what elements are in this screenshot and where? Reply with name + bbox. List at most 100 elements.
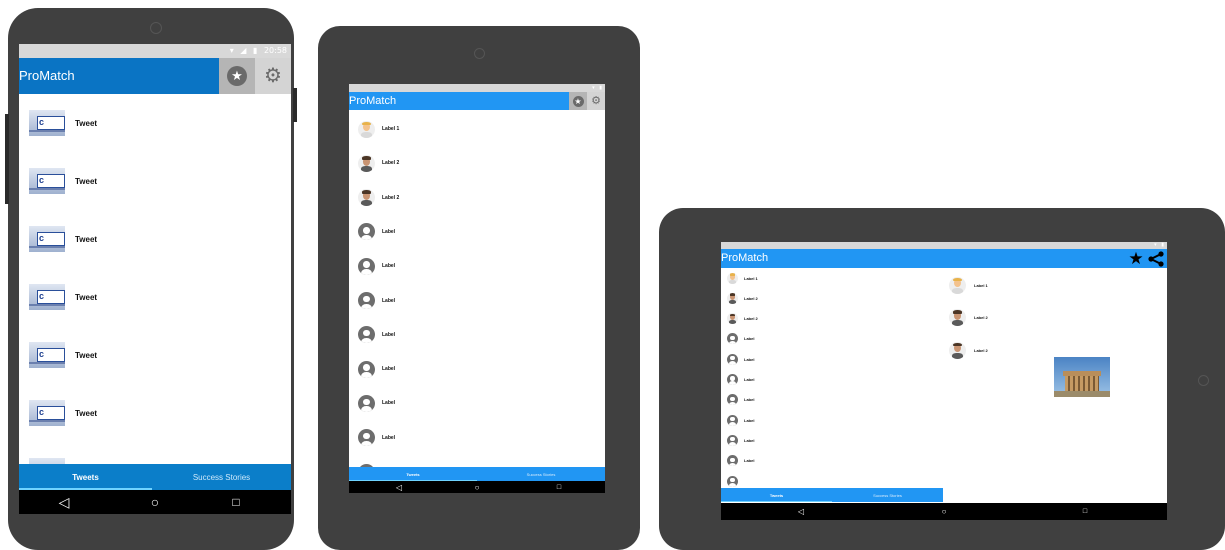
tweet-list: cTweetcTweetcTweetcTweetcTweetcTweetc: [19, 94, 291, 464]
tab-tweets[interactable]: Tweets: [721, 488, 832, 502]
list-item-label: Tweet: [75, 176, 98, 186]
app-title: ProMatch: [19, 68, 75, 83]
list-item[interactable]: Label: [721, 412, 943, 428]
tab-success-stories[interactable]: Success Stories: [832, 488, 943, 502]
landscape-tablet-device: ▾ ▮ ProMatch ★ Label 1 Label 2 Label 2 Labe…: [659, 208, 1225, 550]
list-item[interactable]: Label 2: [349, 151, 605, 175]
person-placeholder-icon: [358, 223, 375, 241]
list-item[interactable]: Label 1: [943, 274, 1063, 296]
tab-label: Success Stories: [192, 472, 251, 482]
list-item[interactable]: Label: [349, 357, 605, 381]
tab-tweets[interactable]: Tweets: [349, 467, 477, 481]
avatar: [358, 189, 375, 207]
share-button[interactable]: [1147, 249, 1165, 268]
person-placeholder-icon: [358, 429, 375, 447]
list-item[interactable]: Label: [721, 372, 943, 388]
person-placeholder-icon: [727, 394, 738, 406]
list-item-label: Label: [744, 356, 755, 362]
avatar: [949, 309, 966, 326]
app-title: ProMatch: [349, 95, 397, 107]
list-item[interactable]: Label: [721, 392, 943, 408]
recents-button[interactable]: □: [549, 481, 569, 493]
settings-button[interactable]: ⚙: [587, 92, 605, 110]
list-item-label: Tweet: [75, 234, 98, 244]
list-item-label: Label 1: [974, 282, 988, 288]
list-item[interactable]: Label 2: [721, 290, 943, 306]
list-item-label: Label: [744, 437, 755, 443]
tab-label: Tweets: [72, 472, 99, 482]
avatar: [727, 292, 738, 304]
list-item[interactable]: Label: [349, 391, 605, 415]
list-item[interactable]: c Tweet: [19, 158, 291, 204]
list-item[interactable]: Label 2: [943, 339, 1063, 361]
star-icon: ★: [1128, 249, 1144, 268]
list-item[interactable]: [721, 473, 943, 488]
list-item[interactable]: [349, 460, 605, 467]
person-placeholder-icon: [358, 394, 375, 412]
collabo-thumbnail: c: [29, 342, 65, 368]
list-item[interactable]: Label 1: [349, 117, 605, 141]
nav-bar: ◁ ○ □: [19, 490, 291, 514]
tablet-screen: ▾ ▮ ProMatch ★ ⚙ Label 1 Label 2 Label 2 La…: [349, 84, 605, 493]
tab-label: Success Stories: [873, 492, 902, 498]
list-item[interactable]: c Tweet: [19, 100, 291, 146]
tab-tweets[interactable]: Tweets: [19, 464, 152, 490]
list-item[interactable]: Label: [721, 351, 943, 367]
tab-success-stories[interactable]: Success Stories: [477, 467, 605, 481]
list-item-label: Tweet: [75, 292, 98, 302]
list-item[interactable]: Label: [349, 220, 605, 244]
gear-icon: ⚙: [264, 65, 282, 87]
list-item[interactable]: c: [19, 448, 291, 464]
list-item-label: Label 1: [744, 275, 758, 281]
tab-bar: Tweets Success Stories: [349, 467, 605, 481]
avatar: [949, 341, 966, 359]
list-item[interactable]: c Tweet: [19, 274, 291, 320]
list-item-label: Label: [382, 434, 396, 441]
star-button[interactable]: ★: [1127, 249, 1145, 268]
wifi-icon: ▾: [229, 46, 234, 55]
back-button[interactable]: ◁: [389, 481, 409, 493]
phone-device: ▾ ◢ ▮ 20:58 ProMatch ★ ⚙ c Tweet c Tweet c Tw…: [5, 8, 297, 550]
list-item[interactable]: Label: [349, 254, 605, 278]
right-people-list: Label 1 Label 2 Label 2: [943, 268, 1063, 388]
battery-icon: ▮: [252, 46, 258, 55]
list-item[interactable]: Label: [721, 453, 943, 469]
list-item[interactable]: Label: [349, 323, 605, 347]
battery-icon: ▮: [599, 85, 602, 91]
avatar: [949, 276, 966, 294]
list-item[interactable]: c Tweet: [19, 390, 291, 436]
status-bar: ▾ ▮: [349, 84, 605, 92]
home-button[interactable]: ○: [467, 481, 487, 493]
status-bar: ▾ ▮: [721, 242, 1167, 249]
home-button[interactable]: ○: [140, 490, 170, 514]
back-button[interactable]: ◁: [791, 503, 811, 520]
home-button[interactable]: ○: [934, 503, 954, 520]
list-item[interactable]: c Tweet: [19, 332, 291, 378]
favorites-button[interactable]: ★: [569, 92, 587, 110]
recents-button[interactable]: □: [1075, 503, 1095, 520]
settings-button[interactable]: ⚙: [255, 58, 291, 94]
back-button[interactable]: ◁: [49, 490, 79, 514]
list-item[interactable]: Label 2: [943, 307, 1063, 329]
list-item[interactable]: Label: [349, 289, 605, 313]
recents-button[interactable]: □: [221, 490, 251, 514]
list-item-label: Label: [382, 297, 396, 304]
avatar: [727, 313, 738, 325]
list-item[interactable]: Label: [721, 331, 943, 347]
person-placeholder-icon: [727, 353, 738, 365]
person-placeholder-icon: [358, 292, 375, 309]
collabo-thumbnail: c: [29, 168, 65, 194]
list-item[interactable]: Label 2: [349, 186, 605, 210]
list-item-label: Label: [382, 228, 396, 235]
favorites-button[interactable]: ★: [219, 58, 255, 94]
list-item[interactable]: Label 2: [721, 311, 943, 327]
tab-bar: Tweets Success Stories: [19, 464, 291, 490]
tab-success-stories[interactable]: Success Stories: [152, 464, 291, 490]
list-item[interactable]: Label: [349, 426, 605, 450]
list-item[interactable]: c Tweet: [19, 216, 291, 262]
phone-side-button: [5, 114, 9, 204]
list-item[interactable]: Label 1: [721, 270, 943, 286]
list-item[interactable]: Label: [721, 432, 943, 448]
tablet-camera: [474, 48, 485, 59]
person-placeholder-icon: [358, 360, 375, 378]
